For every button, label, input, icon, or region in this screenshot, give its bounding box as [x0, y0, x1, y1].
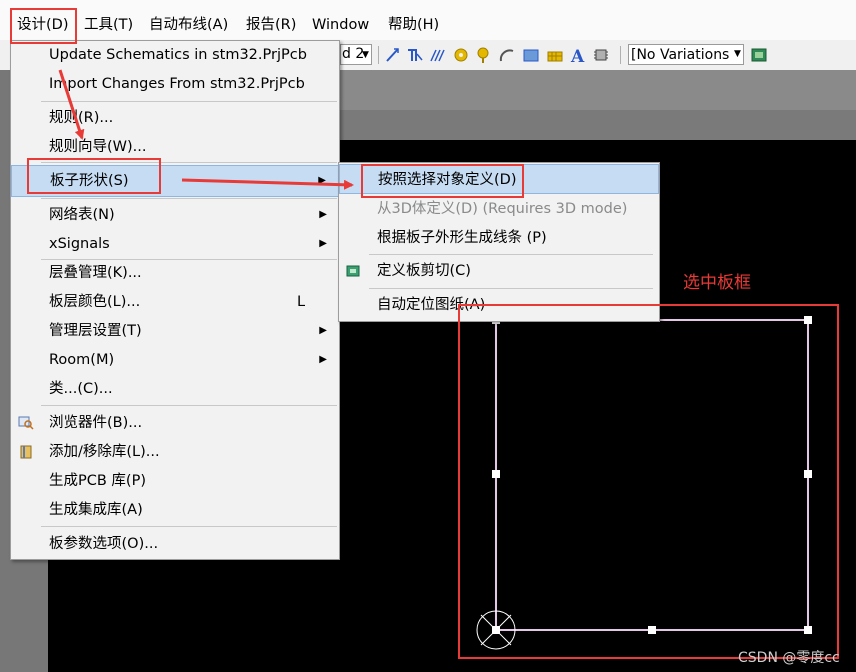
annotation-arrow-to-board-shape: [58, 69, 85, 140]
annotation-arrow-to-define-from-selected: [181, 178, 354, 190]
watermark: CSDN @零度cc: [738, 650, 840, 666]
annotation-label: 选中板框: [683, 273, 751, 293]
annotation-arrows: [58, 69, 354, 190]
